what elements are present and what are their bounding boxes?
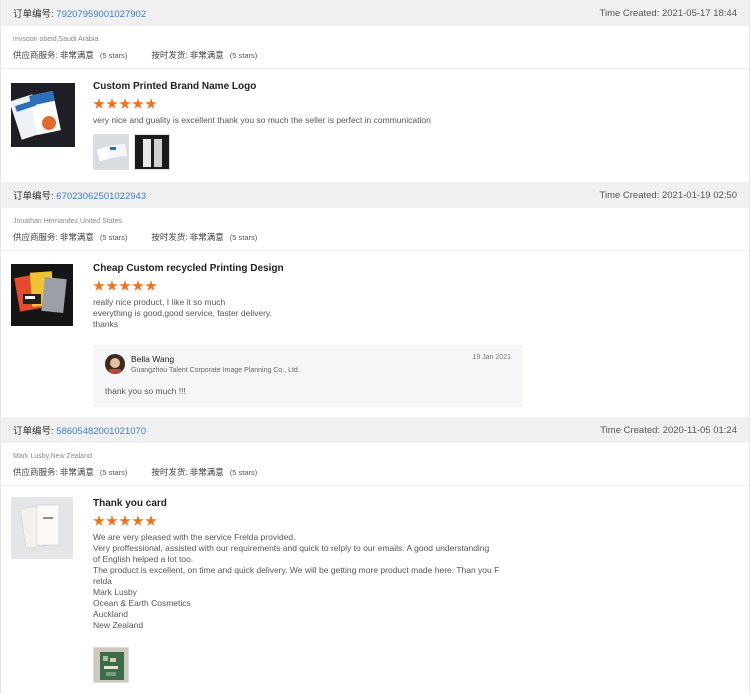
review-photo[interactable] (93, 647, 129, 683)
review-text: We are very pleased with the service Fre… (93, 532, 500, 630)
avatar (105, 354, 125, 374)
reply-company: Guangzhou Talent Corporate Image Plannin… (131, 367, 300, 374)
order-number-label: 订单编号: (13, 426, 54, 437)
order-number-link[interactable]: 79207959001027902 (56, 9, 146, 20)
star-icon (132, 98, 144, 109)
supplier-service-value: 非常满意 (59, 50, 94, 60)
supplier-service-stars: (5 stars) (99, 467, 128, 477)
product-title[interactable]: Custom Printed Brand Name Logo (93, 80, 513, 94)
order-number-label: 订单编号: (13, 191, 54, 202)
star-rating (93, 98, 513, 112)
star-icon (93, 98, 105, 109)
star-icon (93, 515, 105, 526)
product-thumbnail[interactable] (11, 264, 73, 326)
seller-ratings: 供应商服务: 非常满意 (5 stars) 按时发货: 非常满意 (5 star… (13, 462, 737, 482)
on-time-delivery-rating: 按时发货: 非常满意 (5 stars) (151, 231, 257, 243)
star-icon (132, 280, 144, 291)
star-icon (119, 98, 131, 109)
on-time-delivery-stars: (5 stars) (229, 232, 258, 242)
supplier-service-stars: (5 stars) (99, 50, 128, 60)
star-icon (106, 98, 118, 109)
star-icon (145, 515, 157, 526)
on-time-delivery-stars: (5 stars) (229, 50, 258, 60)
review-content: Custom Printed Brand Name Logo very nice… (93, 80, 513, 170)
supplier-service-stars: (5 stars) (99, 232, 128, 242)
product-thumbnail[interactable] (11, 497, 73, 559)
seller-ratings: 供应商服务: 非常满意 (5 stars) 按时发货: 非常满意 (5 star… (13, 45, 737, 65)
review: Thank you card We are very pleased with … (1, 486, 749, 694)
on-time-delivery-stars: (5 stars) (229, 467, 258, 477)
product-thumbnail[interactable] (11, 83, 75, 147)
star-rating (93, 515, 513, 529)
buyer-name: mvsoon obeid,Saudi Arabia (13, 36, 99, 43)
buyer-name: Mark Lusby,New Zealand (13, 453, 92, 460)
reply-author-name: Bella Wang (131, 354, 175, 364)
buyer-block: Mark Lusby,New Zealand 供应商服务: 非常满意 (5 st… (1, 443, 749, 486)
seller-reply: Bella Wang Guangzhou Talent Corporate Im… (93, 345, 523, 407)
order-number-link[interactable]: 58605482001021070 (56, 426, 146, 437)
review: Custom Printed Brand Name Logo very nice… (1, 69, 749, 182)
reply-text: thank you so much !!! (105, 386, 186, 396)
time-created: Time Created: 2021-05-17 18:44 (599, 7, 737, 19)
supplier-service-rating: 供应商服务: 非常满意 (5 stars) (13, 231, 127, 243)
supplier-service-value: 非常满意 (59, 467, 94, 477)
on-time-delivery-rating: 按时发货: 非常满意 (5 stars) (151, 466, 257, 478)
order-number-group: 订单编号: 79207959001027902 (13, 6, 146, 20)
review-content: Thank you card We are very pleased with … (93, 497, 513, 683)
star-icon (132, 515, 144, 526)
order-number-link[interactable]: 67023062501022943 (56, 191, 146, 202)
star-icon (145, 98, 157, 109)
on-time-delivery-label: 按时发货: (151, 50, 188, 60)
product-title[interactable]: Thank you card (93, 497, 513, 511)
on-time-delivery-value: 非常满意 (189, 50, 224, 60)
star-icon (119, 280, 131, 291)
reply-date: 19 Jan 2021 (472, 354, 511, 361)
order-card: 订单编号: 67023062501022943 Time Created: 20… (0, 182, 750, 417)
review-text: very nice and guality is excellent thank… (93, 115, 431, 125)
order-number-group: 订单编号: 58605482001021070 (13, 423, 146, 437)
buyer-name: Jonathan Hernandez,United States (13, 218, 122, 225)
order-header: 订单编号: 67023062501022943 Time Created: 20… (1, 182, 749, 208)
review-photos (93, 647, 513, 683)
star-icon (119, 515, 131, 526)
star-icon (106, 280, 118, 291)
order-number-label: 订单编号: (13, 9, 54, 20)
seller-ratings: 供应商服务: 非常满意 (5 stars) 按时发货: 非常满意 (5 star… (13, 227, 737, 247)
order-card: 订单编号: 79207959001027902 Time Created: 20… (0, 0, 750, 182)
review-photos (93, 134, 513, 170)
supplier-service-label: 供应商服务: (13, 232, 58, 242)
buyer-block: Jonathan Hernandez,United States 供应商服务: … (1, 208, 749, 251)
review-photo[interactable] (134, 134, 170, 170)
order-card: 订单编号: 58605482001021070 Time Created: 20… (0, 417, 750, 694)
on-time-delivery-rating: 按时发货: 非常满意 (5 stars) (151, 49, 257, 61)
order-header: 订单编号: 79207959001027902 Time Created: 20… (1, 0, 749, 26)
on-time-delivery-value: 非常满意 (189, 467, 224, 477)
order-number-group: 订单编号: 67023062501022943 (13, 188, 146, 202)
order-header: 订单编号: 58605482001021070 Time Created: 20… (1, 417, 749, 443)
supplier-service-label: 供应商服务: (13, 50, 58, 60)
on-time-delivery-label: 按时发货: (151, 232, 188, 242)
on-time-delivery-value: 非常满意 (189, 232, 224, 242)
star-icon (145, 280, 157, 291)
supplier-service-label: 供应商服务: (13, 467, 58, 477)
review: Cheap Custom recycled Printing Design re… (1, 251, 749, 417)
review-text: really nice product, I like it so much e… (93, 297, 272, 329)
time-created: Time Created: 2020-11-05 01:24 (600, 424, 737, 436)
star-icon (93, 280, 105, 291)
supplier-service-rating: 供应商服务: 非常满意 (5 stars) (13, 49, 127, 61)
product-title[interactable]: Cheap Custom recycled Printing Design (93, 262, 513, 276)
review-content: Cheap Custom recycled Printing Design re… (93, 262, 513, 330)
buyer-block: mvsoon obeid,Saudi Arabia 供应商服务: 非常满意 (5… (1, 26, 749, 69)
star-icon (106, 515, 118, 526)
on-time-delivery-label: 按时发货: (151, 467, 188, 477)
star-rating (93, 280, 513, 294)
supplier-service-rating: 供应商服务: 非常满意 (5 stars) (13, 466, 127, 478)
time-created: Time Created: 2021-01-19 02:50 (599, 189, 737, 201)
review-photo[interactable] (93, 134, 129, 170)
supplier-service-value: 非常满意 (59, 232, 94, 242)
